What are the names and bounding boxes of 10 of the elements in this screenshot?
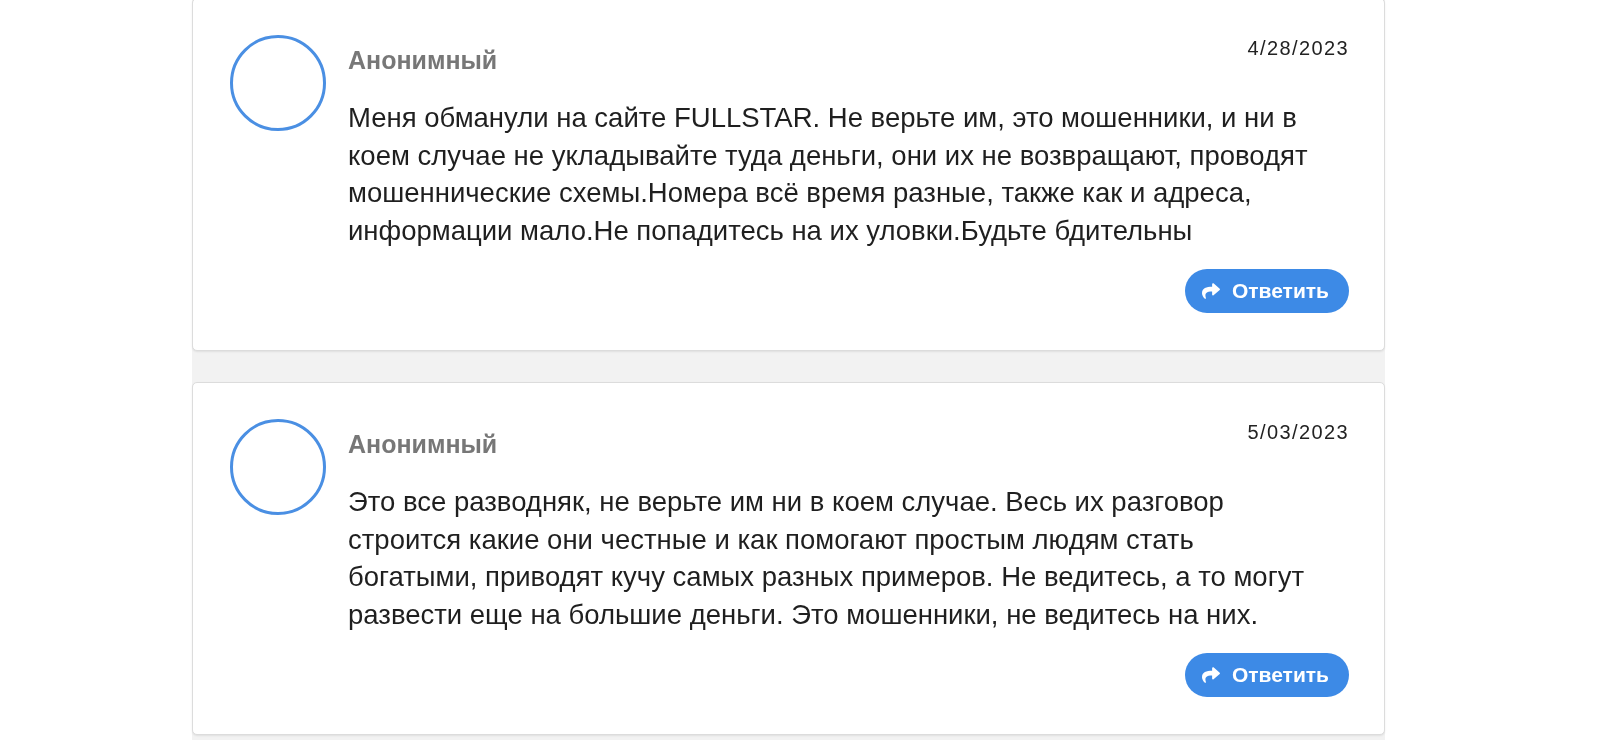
reply-button[interactable]: Ответить	[1184, 653, 1349, 697]
reply-arrow-icon	[1199, 282, 1222, 300]
author-name: Анонимный	[348, 45, 498, 75]
review-date: 5/03/2023	[1247, 420, 1349, 444]
reply-arrow-icon	[1199, 666, 1222, 684]
author-name: Анонимный	[348, 429, 498, 459]
review-date: 4/28/2023	[1247, 36, 1349, 60]
review-text: Меня обманули на сайте FULLSTAR. Не верьте им, это мошенники, и ни в коем случае не укладывайте туда деньги, они их не возвращают, проводят мошеннические схемы.Номера всё время разные, также как и адреса, информации мало.Не попадитесь на их уловки.Будьте бдительны	[348, 101, 1309, 248]
review-text: Это все разводняк, не верьте им ни в коем случае. Весь их разговор строится какие они честные и как помогают простым людям стать богатыми, приводят кучу самых разных примеров. Не ведитесь, а то могут развести еще на большие деньги. Это мошенники, не ведитесь на них.	[348, 485, 1305, 632]
reply-button[interactable]: Ответить	[1184, 269, 1349, 313]
